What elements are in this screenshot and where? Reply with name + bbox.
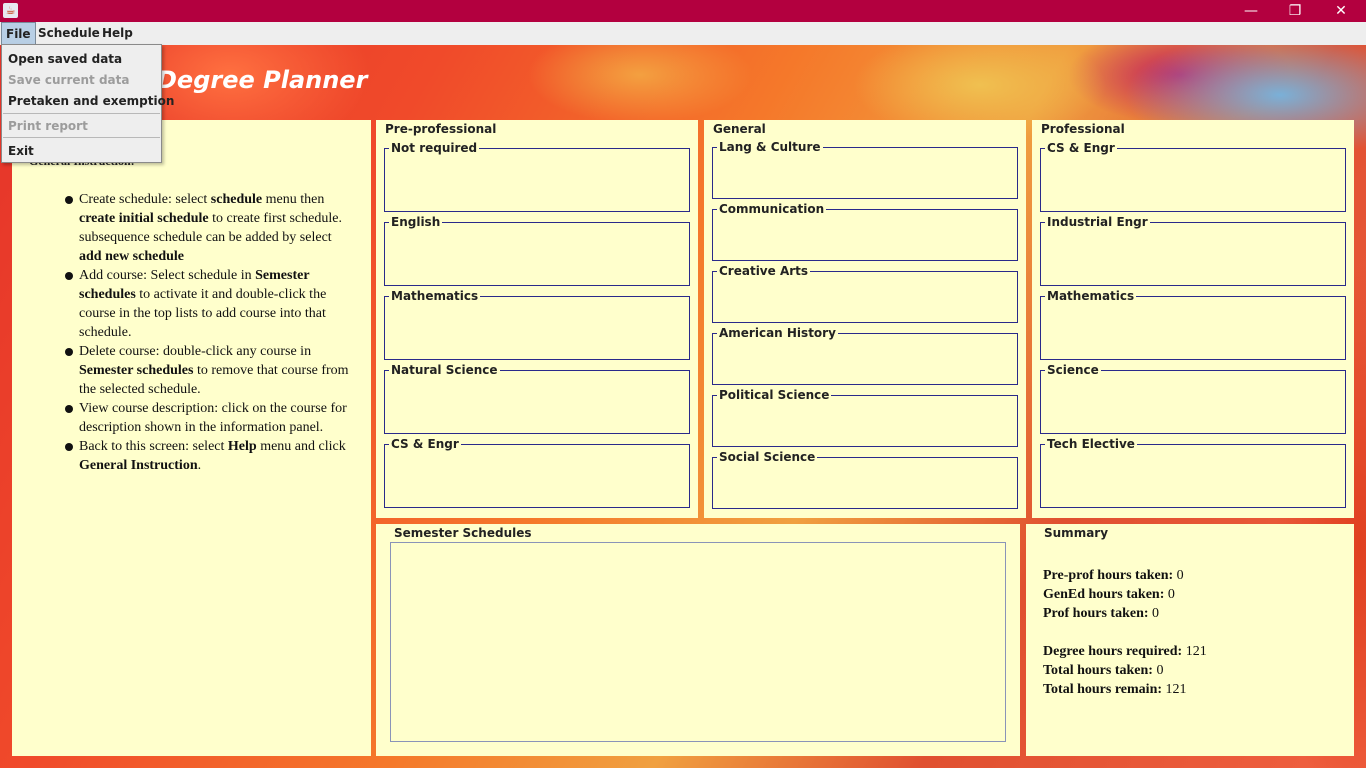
summary-label: Total hours remain: (1043, 682, 1163, 697)
course-list-communication[interactable]: Communication (712, 203, 1018, 261)
group-label: Tech Elective (1045, 437, 1137, 451)
group-label: Political Science (717, 388, 832, 402)
instruction-item: Delete course: double-click any course i… (65, 342, 354, 399)
course-list-mathematics-prof[interactable]: Mathematics (1040, 290, 1346, 360)
maximize-button[interactable]: ❐ (1272, 0, 1318, 22)
menu-schedule[interactable]: Schedule (34, 22, 104, 45)
group-label: CS & Engr (1045, 141, 1117, 155)
group-label: CS & Engr (389, 437, 461, 451)
close-button[interactable]: ✕ (1318, 0, 1364, 22)
semester-schedules-title: Semester Schedules (394, 526, 532, 540)
semester-schedules-panel: Semester Schedules (376, 524, 1020, 756)
group-label: Mathematics (1045, 289, 1137, 303)
menu-item-print-report: Print report (8, 119, 88, 133)
instruction-text: Add course: Select schedule in Semester … (79, 268, 327, 340)
course-list-lang-culture[interactable]: Lang & Culture (712, 141, 1018, 199)
instruction-item: Back to this screen: select Help menu an… (65, 437, 354, 475)
instructions-list: Create schedule: select schedule menu th… (65, 190, 354, 475)
summary-value: 121 (1165, 682, 1187, 697)
group-label: Not required (389, 141, 480, 155)
summary-label: Degree hours required: (1043, 644, 1183, 659)
summary-row: GenEd hours taken: 0 (1043, 585, 1207, 604)
summary-value: 0 (1176, 568, 1184, 583)
general-title: General (713, 122, 766, 136)
group-label: Communication (717, 202, 827, 216)
instruction-item: Create schedule: select schedule menu th… (65, 190, 354, 266)
group-label: Industrial Engr (1045, 215, 1150, 229)
summary-spacer (1043, 623, 1207, 642)
bullet-icon (65, 443, 73, 451)
course-list-creative-arts[interactable]: Creative Arts (712, 265, 1018, 323)
group-label: American History (717, 326, 838, 340)
general-panel: General Lang & Culture Communication Cre… (704, 120, 1026, 518)
course-list-cs-engr[interactable]: CS & Engr (384, 438, 690, 508)
bullet-icon (65, 405, 73, 413)
menu-help[interactable]: Help (98, 22, 137, 45)
course-list-political-science[interactable]: Political Science (712, 389, 1018, 447)
summary-value: 0 (1152, 606, 1160, 621)
course-list-american-history[interactable]: American History (712, 327, 1018, 385)
summary-label: GenEd hours taken: (1043, 587, 1165, 602)
menu-separator (3, 113, 160, 114)
summary-row: Total hours remain: 121 (1043, 680, 1207, 699)
course-list-tech-elective[interactable]: Tech Elective (1040, 438, 1346, 508)
group-label: English (389, 215, 443, 229)
instruction-text: Delete course: double-click any course i… (79, 344, 349, 397)
menu-separator (3, 137, 160, 138)
minimize-button[interactable]: — (1228, 0, 1274, 22)
title-bar: ☕ — ❐ ✕ (0, 0, 1366, 22)
summary-row: Total hours taken: 0 (1043, 661, 1207, 680)
bullet-icon (65, 272, 73, 280)
pre-professional-title: Pre-professional (385, 122, 497, 136)
instruction-text: Create schedule: select schedule menu th… (79, 192, 342, 264)
course-list-mathematics[interactable]: Mathematics (384, 290, 690, 360)
group-label: Lang & Culture (717, 140, 823, 154)
menu-item-save-current-data: Save current data (8, 73, 130, 87)
summary-value: 121 (1185, 644, 1207, 659)
summary-label: Prof hours taken: (1043, 606, 1149, 621)
group-label: Mathematics (389, 289, 481, 303)
summary-value: 0 (1156, 663, 1164, 678)
summary-value: 0 (1167, 587, 1175, 602)
course-list-industrial-engr[interactable]: Industrial Engr (1040, 216, 1346, 286)
course-list-social-science[interactable]: Social Science (712, 451, 1018, 509)
pre-professional-panel: Pre-professional Not required English Ma… (376, 120, 698, 518)
summary-row: Prof hours taken: 0 (1043, 604, 1207, 623)
group-label: Science (1045, 363, 1101, 377)
app-title: Degree Planner (157, 66, 368, 94)
course-list-english[interactable]: English (384, 216, 690, 286)
file-menu-dropdown: Open saved data Save current data Pretak… (1, 44, 174, 163)
summary-row: Pre-prof hours taken: 0 (1043, 566, 1207, 585)
course-list-science[interactable]: Science (1040, 364, 1346, 434)
menu-item-open-saved-data[interactable]: Open saved data (8, 52, 122, 66)
group-label: Natural Science (389, 363, 500, 377)
bullet-icon (65, 196, 73, 204)
professional-panel: Professional CS & Engr Industrial Engr M… (1032, 120, 1354, 518)
menu-file[interactable]: File (1, 22, 36, 45)
course-list-not-required[interactable]: Not required (384, 142, 690, 212)
menu-item-exit[interactable]: Exit (8, 144, 34, 158)
summary-values: Pre-prof hours taken: 0 GenEd hours taken… (1043, 566, 1207, 699)
java-icon: ☕ (3, 3, 18, 18)
instruction-text: View course description: click on the co… (79, 401, 347, 435)
professional-title: Professional (1041, 122, 1125, 136)
instruction-item: Add course: Select schedule in Semester … (65, 266, 354, 342)
summary-row: Degree hours required: 121 (1043, 642, 1207, 661)
menu-bar: File Schedule Help (0, 22, 1366, 46)
bullet-icon (65, 348, 73, 356)
summary-title: Summary (1044, 526, 1109, 540)
semester-schedules-list[interactable] (390, 542, 1006, 742)
menu-item-pretaken-and-exemption[interactable]: Pretaken and exemption (8, 94, 174, 108)
course-list-cs-engr-prof[interactable]: CS & Engr (1040, 142, 1346, 212)
group-label: Social Science (717, 450, 818, 464)
summary-label: Pre-prof hours taken: (1043, 568, 1174, 583)
group-label: Creative Arts (717, 264, 811, 278)
instruction-item: View course description: click on the co… (65, 399, 354, 437)
summary-label: Total hours taken: (1043, 663, 1153, 678)
course-list-natural-science[interactable]: Natural Science (384, 364, 690, 434)
instruction-text: Back to this screen: select Help menu an… (79, 439, 346, 473)
